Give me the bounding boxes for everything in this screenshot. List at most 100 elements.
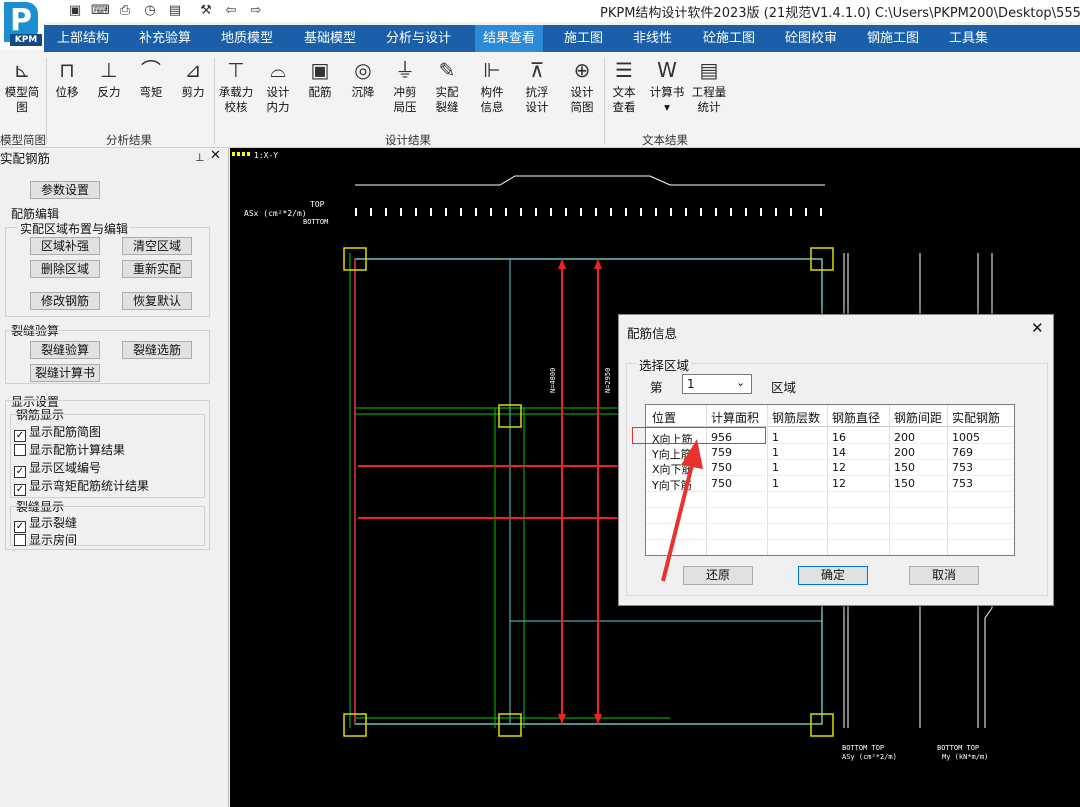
param-settings-button[interactable]: 参数设置 <box>30 181 100 199</box>
table-cell: 200 <box>894 431 915 444</box>
top-tick <box>805 208 807 216</box>
view-label: 1:X-Y <box>254 151 278 160</box>
pin-icon[interactable]: ⊥ <box>195 151 205 164</box>
top-tick <box>490 208 492 216</box>
menu-steel-drawing[interactable]: 钢施工图 <box>867 25 919 52</box>
ribbon-actual-crack[interactable]: ✎ 实配 裂缝 <box>431 57 463 115</box>
checkbox-show-region-id[interactable]: ✓ 显示区域编号 <box>14 459 101 478</box>
top-tick <box>715 208 717 216</box>
bottom-label: BOTTOM <box>303 218 328 226</box>
table-cell: 1 <box>772 477 779 490</box>
save-as-icon[interactable]: ▤ <box>166 2 184 19</box>
menu-result-view[interactable]: 结果查看 <box>475 25 544 52</box>
restore-default-button[interactable]: 恢复默认 <box>122 292 192 310</box>
cancel-button[interactable]: 取消 <box>909 566 979 585</box>
keyboard-icon[interactable]: ⌨ <box>91 2 110 19</box>
region-select[interactable]: 1 ⌄ <box>682 374 752 394</box>
dialog-close-icon[interactable]: ✕ <box>1031 319 1044 337</box>
checkbox-box[interactable]: ✓ <box>14 484 26 496</box>
col-header-position: 位置 <box>652 411 677 425</box>
ribbon-punching[interactable]: ⏚ 冲剪 局压 <box>389 57 421 115</box>
punching-icon: ⏚ <box>395 58 415 82</box>
crack-check-button[interactable]: 裂缝验算 <box>30 341 100 359</box>
pkpm-logo: P KPM <box>0 0 44 50</box>
menu-concrete-drawing[interactable]: 砼施工图 <box>703 25 755 52</box>
table-cell: 1005 <box>952 431 980 444</box>
design-sketch-icon: ⊕ <box>573 58 591 82</box>
ribbon-design-sketch[interactable]: ⊕ 设计 简图 <box>566 57 598 115</box>
redo-icon[interactable]: ⇨ <box>247 2 265 19</box>
modify-rebar-button[interactable]: 修改钢筋 <box>30 292 100 310</box>
top-tick <box>460 208 462 216</box>
menu-upper-structure[interactable]: 上部结构 <box>57 25 109 52</box>
region-suffix-label: 区域 <box>771 380 797 395</box>
ok-button[interactable]: 确定 <box>798 566 868 585</box>
checkbox-box[interactable] <box>14 444 26 456</box>
menu-foundation-model[interactable]: 基础模型 <box>304 25 356 52</box>
table-cell: 1 <box>772 431 779 444</box>
design-force-icon: ⌓ <box>270 58 286 82</box>
print-icon[interactable]: ⎙ <box>116 2 134 19</box>
menu-concrete-review[interactable]: 砼图校审 <box>785 25 837 52</box>
top-tick <box>550 208 552 216</box>
right-my-label: My (kN*m/m) <box>942 753 988 761</box>
save-icon[interactable]: ▣ <box>66 2 84 19</box>
ribbon-moment[interactable]: ⌒ 弯矩 <box>134 57 168 100</box>
col-header-actual: 实配钢筋 <box>952 411 1001 425</box>
ribbon-text-view[interactable]: ☰ 文本 查看 <box>608 57 640 115</box>
ribbon-design-force[interactable]: ⌓ 设计 内力 <box>262 57 294 115</box>
ribbon-displacement[interactable]: ⊓ 位移 <box>52 57 82 100</box>
crack-report-button[interactable]: 裂缝计算书 <box>30 364 100 382</box>
chevron-down-icon[interactable]: ⌄ <box>736 376 745 389</box>
top-tick <box>655 208 657 216</box>
ribbon-member-info[interactable]: ⊩ 构件 信息 <box>476 57 508 115</box>
undo-icon[interactable]: ⇦ <box>222 2 240 19</box>
ribbon-calc-book[interactable]: W 计算书 ▾ <box>646 57 688 115</box>
top-tick <box>400 208 402 216</box>
ribbon-reaction[interactable]: ⊥ 反力 <box>92 57 126 100</box>
menu-geology-model[interactable]: 地质模型 <box>221 25 273 52</box>
settlement-icon: ◎ <box>354 58 372 82</box>
top-tick <box>820 208 822 216</box>
checkbox-show-calc-result[interactable]: 显示配筋计算结果 <box>14 441 125 458</box>
table-cell: 759 <box>711 446 732 459</box>
ribbon-quantity-stats[interactable]: ▤ 工程量 统计 <box>690 57 728 115</box>
dim-label-1: N=4800 <box>549 368 557 393</box>
menu-analysis-design[interactable]: 分析与设计 <box>386 25 451 52</box>
ribbon-settlement[interactable]: ◎ 沉降 <box>346 57 380 100</box>
clear-region-button[interactable]: 清空区域 <box>122 237 192 255</box>
dim-label-2: N=2950 <box>604 368 612 393</box>
menu-construction-drawing[interactable]: 施工图 <box>564 25 603 52</box>
menu-bar: 上部结构 补充验算 地质模型 基础模型 分析与设计 结果查看 施工图 非线性 砼… <box>44 25 1080 52</box>
region-reinforce-button[interactable]: 区域补强 <box>30 237 100 255</box>
moment-icon: ⌒ <box>141 58 161 82</box>
table-cell: 14 <box>832 446 846 459</box>
menu-toolset[interactable]: 工具集 <box>949 25 988 52</box>
checkbox-show-room[interactable]: 显示房间 <box>14 531 77 548</box>
panel-close-icon[interactable]: ✕ <box>210 148 221 163</box>
delete-region-button[interactable]: 删除区域 <box>30 260 100 278</box>
top-tick <box>535 208 537 216</box>
top-tick <box>475 208 477 216</box>
checkbox-show-rebar-sketch[interactable]: ✓ 显示配筋简图 <box>14 423 101 442</box>
ribbon-anti-float[interactable]: ⊼ 抗浮 设计 <box>520 57 554 115</box>
ribbon-shear[interactable]: ⊿ 剪力 <box>176 57 210 100</box>
menu-supplement-check[interactable]: 补充验算 <box>139 25 191 52</box>
col-header-calc-area: 计算面积 <box>711 411 760 425</box>
model-sketch-icon: ⊾ <box>13 58 31 82</box>
region-select-value: 1 <box>687 377 695 391</box>
profile-line <box>355 175 825 186</box>
menu-nonlinear[interactable]: 非线性 <box>633 25 672 52</box>
ribbon-capacity-check[interactable]: ⊤ 承载力 校核 <box>216 57 256 115</box>
ribbon-reinforcement[interactable]: ▣ 配筋 <box>304 57 336 100</box>
checkbox-box[interactable] <box>14 534 26 546</box>
tool-icon[interactable]: ⚒ <box>197 2 215 19</box>
crack-rebar-button[interactable]: 裂缝选筋 <box>122 341 192 359</box>
top-tick <box>790 208 792 216</box>
history-icon[interactable]: ◷ <box>141 2 159 19</box>
top-tick <box>700 208 702 216</box>
ribbon-model-sketch[interactable]: ⊾ 模型简图 <box>0 57 44 115</box>
reassign-button[interactable]: 重新实配 <box>122 260 192 278</box>
checkbox-show-moment-stats[interactable]: ✓ 显示弯矩配筋统计结果 <box>14 477 149 496</box>
top-tick <box>520 208 522 216</box>
